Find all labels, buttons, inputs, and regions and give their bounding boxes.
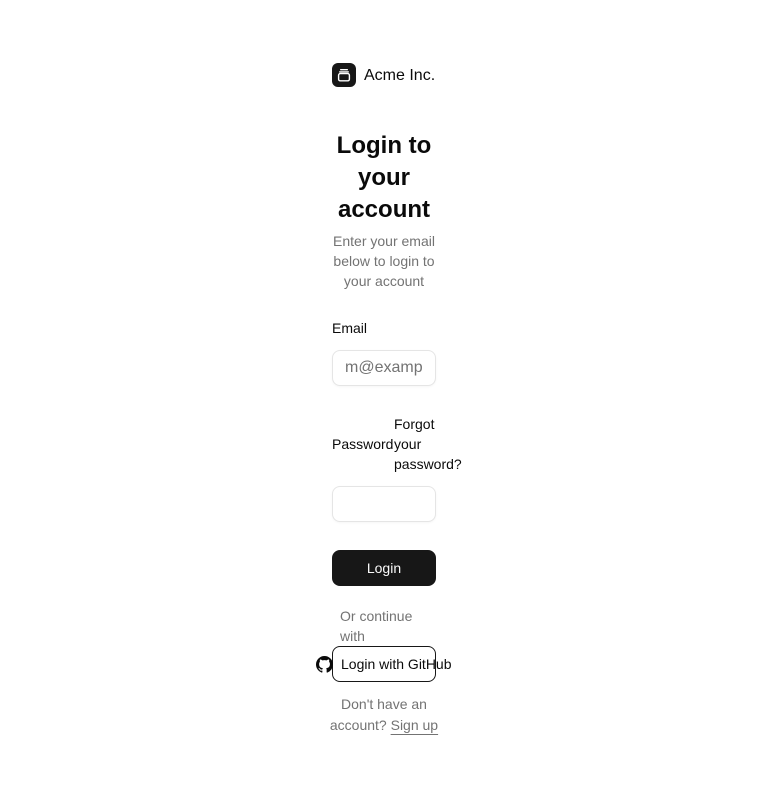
- gallery-stack-icon: [337, 69, 351, 82]
- github-login-label: Login with GitHub: [341, 656, 452, 672]
- password-field[interactable]: [332, 486, 436, 522]
- page-title: Login to your account: [336, 132, 432, 223]
- forgot-password-link[interactable]: Forgot your password?: [394, 414, 464, 474]
- github-icon: [316, 656, 333, 673]
- divider-text: Or continue with: [340, 608, 413, 644]
- brand-logo: [332, 63, 356, 87]
- email-label: Email: [332, 320, 368, 336]
- page-subtitle: Enter your email below to login to your …: [333, 233, 435, 289]
- password-label: Password: [332, 436, 394, 452]
- login-button[interactable]: Login: [332, 550, 436, 586]
- signup-prompt: Don't have an account? Sign up: [326, 694, 442, 736]
- email-field[interactable]: [332, 350, 436, 386]
- brand-name: Acme Inc.: [364, 67, 436, 84]
- signup-link[interactable]: Sign up: [391, 717, 438, 733]
